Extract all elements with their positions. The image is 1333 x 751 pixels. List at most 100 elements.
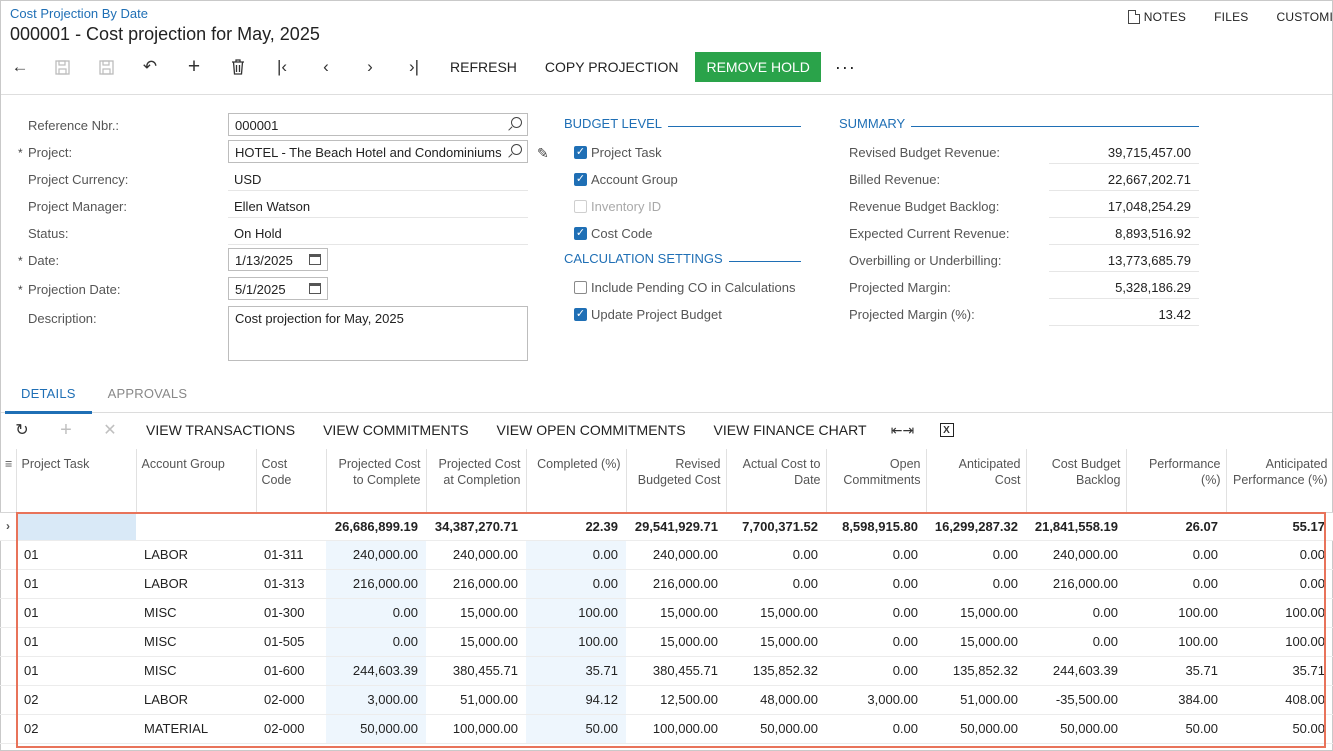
date-input[interactable]: 1/13/2025 [228, 248, 328, 271]
row-selector[interactable] [0, 627, 16, 657]
column-header[interactable]: Account Group [136, 449, 257, 513]
grid-cell[interactable]: 0.00 [926, 569, 1026, 599]
grid-cell[interactable]: 01 [16, 540, 136, 570]
update-project-budget-checkbox[interactable]: ✓ Update Project Budget [574, 307, 722, 322]
grid-cell[interactable]: 02 [16, 685, 136, 715]
grid-cell[interactable]: 240,000.00 [426, 540, 526, 570]
grid-cell[interactable]: 244,603.39 [326, 656, 426, 686]
include-pending-co-checkbox[interactable]: Include Pending CO in Calculations [574, 280, 796, 295]
grid-cell[interactable]: 0.00 [526, 569, 626, 599]
grid-cell[interactable]: 16,299,287.32 [926, 512, 1026, 541]
grid-cell[interactable]: 216,000.00 [1026, 569, 1126, 599]
grid-cell[interactable]: 48,000.00 [726, 685, 826, 715]
column-header[interactable]: Performance (%) [1126, 449, 1227, 513]
export-excel-icon[interactable]: X [925, 416, 969, 444]
grid-cell[interactable]: 0.00 [1226, 569, 1333, 599]
grid-cell[interactable]: 26.07 [1126, 512, 1226, 541]
table-row[interactable]: 01 MISC 01-505 0.00 15,000.00 100.00 15,000.00… [0, 627, 1333, 657]
grid-cell[interactable]: 15,000.00 [926, 598, 1026, 628]
grid-cell[interactable]: 50.00 [1226, 714, 1333, 744]
account-group-checkbox[interactable]: ✓ Account Group [574, 172, 678, 187]
grid-cell[interactable]: 15,000.00 [926, 627, 1026, 657]
column-header[interactable]: Cost Code [256, 449, 327, 513]
view-commitments-button[interactable]: VIEW COMMITMENTS [309, 422, 482, 438]
grid-cell[interactable]: 01 [16, 598, 136, 628]
column-header[interactable]: Cost Budget Backlog [1026, 449, 1127, 513]
row-selector[interactable] [0, 569, 16, 599]
projection-date-input[interactable]: 5/1/2025 [228, 277, 328, 300]
grid-cell[interactable]: 01-300 [256, 598, 326, 628]
grid-cell[interactable]: 0.00 [826, 569, 926, 599]
grid-cell[interactable]: LABOR [136, 540, 256, 570]
delete-icon[interactable] [216, 52, 260, 82]
refresh-button[interactable]: REFRESH [436, 52, 531, 82]
column-header[interactable]: Revised Budgeted Cost [626, 449, 727, 513]
column-config-icon[interactable]: ≡ [0, 449, 17, 513]
cost-code-checkbox[interactable]: ✓ Cost Code [574, 226, 652, 241]
grid-cell[interactable]: 26,686,899.19 [326, 512, 426, 541]
grid-cell[interactable]: 0.00 [1126, 569, 1226, 599]
grid-cell[interactable]: 380,455.71 [426, 656, 526, 686]
next-record-icon[interactable]: › [348, 52, 392, 82]
grid-cell[interactable]: 100.00 [1126, 598, 1226, 628]
grid-cell[interactable]: LABOR [136, 685, 256, 715]
edit-pencil-icon[interactable]: ✎ [537, 145, 549, 162]
grid-cell[interactable]: 135,852.32 [926, 656, 1026, 686]
table-row[interactable]: 01 LABOR 01-313 216,000.00 216,000.00 0.00 216… [0, 569, 1333, 599]
grid-cell[interactable]: 51,000.00 [926, 685, 1026, 715]
table-row[interactable]: 02 MATERIAL 02-000 50,000.00 100,000.00 50.00… [0, 714, 1333, 744]
grid-cell[interactable]: 216,000.00 [626, 569, 726, 599]
files-button[interactable]: FILES [1214, 10, 1248, 24]
grid-cell[interactable]: 29,541,929.71 [626, 512, 726, 541]
table-row[interactable]: 01 LABOR 01-311 240,000.00 240,000.00 0.00 240… [0, 540, 1333, 570]
grid-cell[interactable]: 34,387,270.71 [426, 512, 526, 541]
grid-cell[interactable]: 50.00 [1126, 714, 1226, 744]
column-header[interactable]: Anticipated Performance (%) [1226, 449, 1333, 513]
grid-cell[interactable]: 240,000.00 [1026, 540, 1126, 570]
grid-cell[interactable]: 94.12 [526, 685, 626, 715]
row-selector[interactable] [0, 598, 16, 628]
grid-cell[interactable]: 01 [16, 627, 136, 657]
first-record-icon[interactable]: |‹ [260, 52, 304, 82]
grid-cell[interactable]: MISC [136, 627, 256, 657]
column-header[interactable]: Anticipated Cost [926, 449, 1027, 513]
grid-cell[interactable]: 15,000.00 [626, 598, 726, 628]
grid-cell[interactable]: 216,000.00 [326, 569, 426, 599]
view-finance-chart-button[interactable]: VIEW FINANCE CHART [700, 422, 881, 438]
grid-cell[interactable]: 01 [16, 569, 136, 599]
grid-cell[interactable]: 02-000 [256, 685, 326, 715]
reference-nbr-input[interactable]: 000001 [228, 113, 528, 136]
grid-cell[interactable]: 50,000.00 [326, 714, 426, 744]
grid-cell[interactable]: 100,000.00 [626, 714, 726, 744]
grid-cell[interactable]: MATERIAL [136, 714, 256, 744]
inventory-id-checkbox[interactable]: Inventory ID [574, 199, 661, 214]
grid-cell[interactable]: 0.00 [826, 598, 926, 628]
grid-cell[interactable]: 02-000 [256, 714, 326, 744]
grid-cell[interactable]: 100.00 [1126, 627, 1226, 657]
calendar-icon[interactable] [309, 283, 321, 294]
grid-cell[interactable]: 35.71 [526, 656, 626, 686]
grid-cell[interactable]: 3,000.00 [826, 685, 926, 715]
grid-cell[interactable]: 0.00 [726, 569, 826, 599]
grid-cell[interactable]: 7,700,371.52 [726, 512, 826, 541]
project-input[interactable]: HOTEL - The Beach Hotel and Condominiums [228, 140, 528, 163]
previous-record-icon[interactable]: ‹ [304, 52, 348, 82]
grid-cell[interactable]: 380,455.71 [626, 656, 726, 686]
grid-cell[interactable]: MISC [136, 656, 256, 686]
add-icon[interactable]: + [172, 52, 216, 82]
grid-cell[interactable] [256, 512, 326, 541]
grid-cell[interactable]: 50,000.00 [1026, 714, 1126, 744]
tab-details[interactable]: DETAILS [5, 378, 92, 414]
view-transactions-button[interactable]: VIEW TRANSACTIONS [132, 422, 309, 438]
column-header[interactable]: Project Task [16, 449, 137, 513]
grid-cell[interactable]: 0.00 [1026, 598, 1126, 628]
column-header[interactable]: Completed (%) [526, 449, 627, 513]
search-icon[interactable] [511, 144, 522, 155]
add-row-icon[interactable]: + [44, 416, 88, 444]
grid-cell[interactable]: 8,598,915.80 [826, 512, 926, 541]
copy-projection-button[interactable]: COPY PROJECTION [531, 52, 693, 82]
fit-columns-icon[interactable]: ⇤⇥ [881, 416, 925, 444]
grid-cell[interactable]: 100.00 [526, 627, 626, 657]
grid-cell[interactable]: LABOR [136, 569, 256, 599]
more-actions-button[interactable]: ··· [821, 52, 870, 82]
